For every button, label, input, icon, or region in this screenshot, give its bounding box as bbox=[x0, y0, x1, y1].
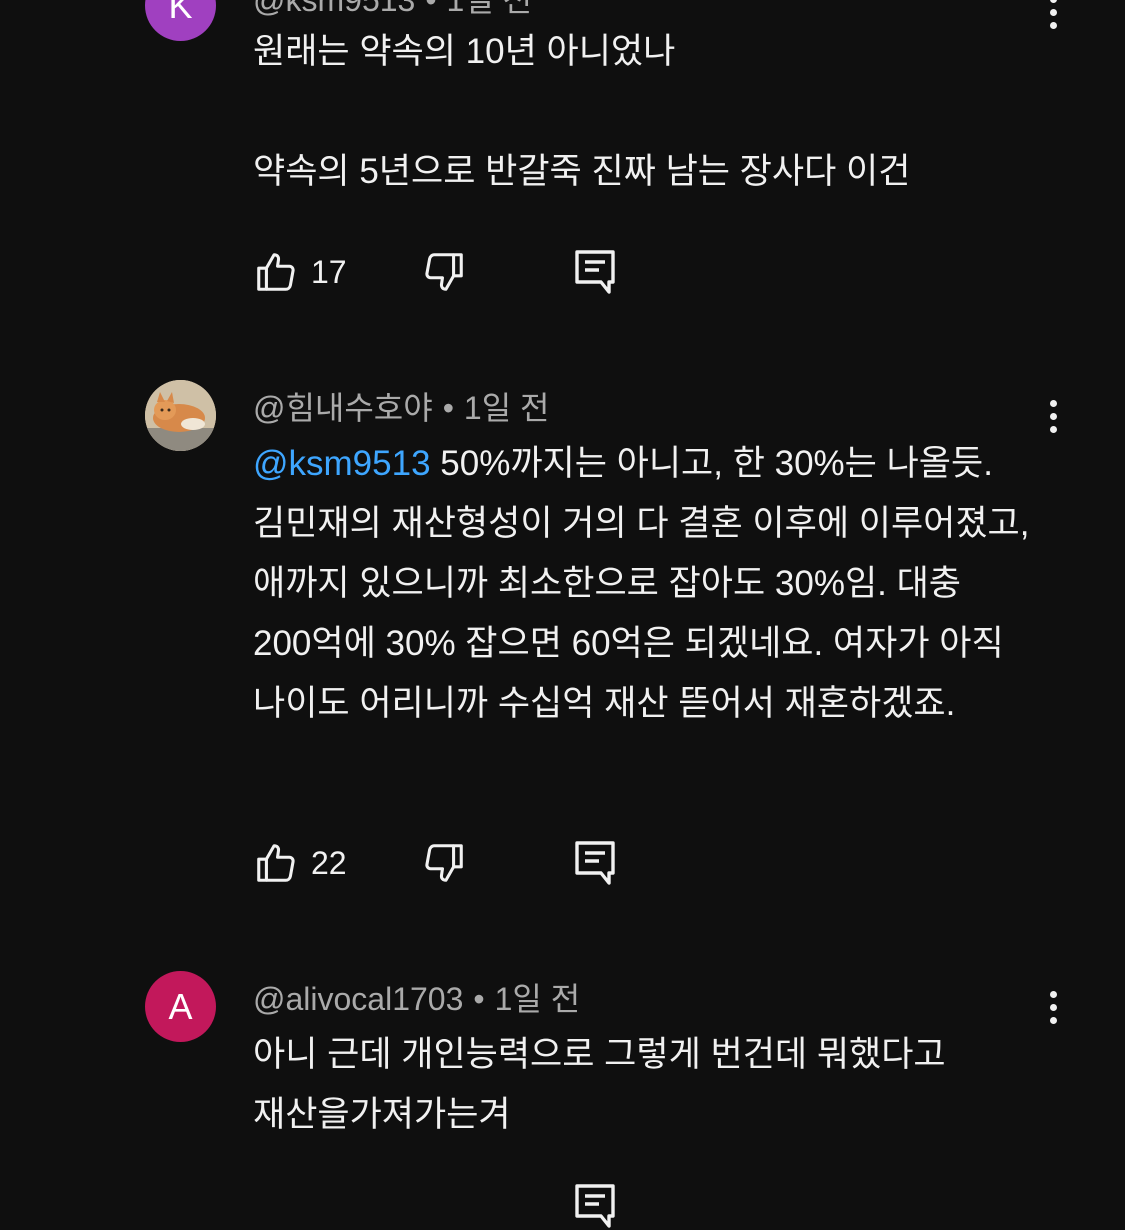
like-count: 22 bbox=[311, 844, 347, 881]
comment-text: 원래는 약속의 10년 아니었나 약속의 5년으로 반갈죽 진짜 남는 장사다 … bbox=[253, 32, 911, 191]
comment-text: 아니 근데 개인능력으로 그렇게 번건데 뭐했다고 재산을가져가는겨 bbox=[253, 1035, 956, 1134]
timestamp[interactable]: 1일 전 bbox=[447, 0, 533, 18]
timestamp[interactable]: 1일 전 bbox=[464, 390, 550, 426]
author-handle[interactable]: @alivocal1703 bbox=[253, 981, 463, 1017]
reply-icon bbox=[575, 1184, 615, 1228]
like-button[interactable]: 17 bbox=[253, 248, 347, 296]
timestamp[interactable]: 1일 전 bbox=[495, 981, 581, 1017]
comment-meta: @힘내수호야 • 1일 전 bbox=[253, 383, 549, 429]
comment-meta: @ksm9513 • 1일 전 bbox=[253, 0, 532, 21]
mention-link[interactable]: @ksm9513 bbox=[253, 444, 431, 483]
comment-text: @ksm9513 50%까지는 아니고, 한 30%는 나올듯. 김민재의 재산… bbox=[253, 434, 1043, 734]
like-count: 17 bbox=[311, 253, 347, 290]
thumbs-up-icon bbox=[257, 253, 295, 291]
cat-photo-icon bbox=[145, 380, 216, 451]
avatar[interactable]: K bbox=[145, 0, 216, 41]
separator: • bbox=[425, 0, 437, 18]
avatar[interactable] bbox=[145, 380, 216, 451]
like-button[interactable]: 22 bbox=[253, 839, 347, 887]
comment-meta: @alivocal1703 • 1일 전 bbox=[253, 974, 580, 1020]
avatar-letter: A bbox=[168, 985, 193, 1027]
comment-body: 50%까지는 아니고, 한 30%는 나올듯. 김민재의 재산형성이 거의 다 … bbox=[253, 444, 1040, 723]
dislike-button[interactable] bbox=[421, 248, 467, 296]
avatar-letter: K bbox=[168, 0, 193, 26]
author-handle[interactable]: @ksm9513 bbox=[253, 0, 415, 18]
reply-button[interactable] bbox=[573, 839, 617, 887]
author-handle[interactable]: @힘내수호야 bbox=[253, 390, 433, 426]
thumbs-down-icon bbox=[425, 253, 463, 291]
more-options-button[interactable] bbox=[1038, 396, 1068, 436]
dislike-button[interactable] bbox=[421, 839, 467, 887]
reply-icon bbox=[575, 841, 615, 885]
separator: • bbox=[473, 981, 485, 1017]
avatar[interactable]: A bbox=[145, 971, 216, 1042]
thumbs-down-icon bbox=[425, 844, 463, 882]
separator: • bbox=[442, 390, 454, 426]
reply-icon bbox=[575, 250, 615, 294]
reply-button[interactable] bbox=[573, 1182, 617, 1230]
thumbs-up-icon bbox=[257, 844, 295, 882]
more-options-button[interactable] bbox=[1038, 987, 1068, 1027]
reply-button[interactable] bbox=[573, 248, 617, 296]
